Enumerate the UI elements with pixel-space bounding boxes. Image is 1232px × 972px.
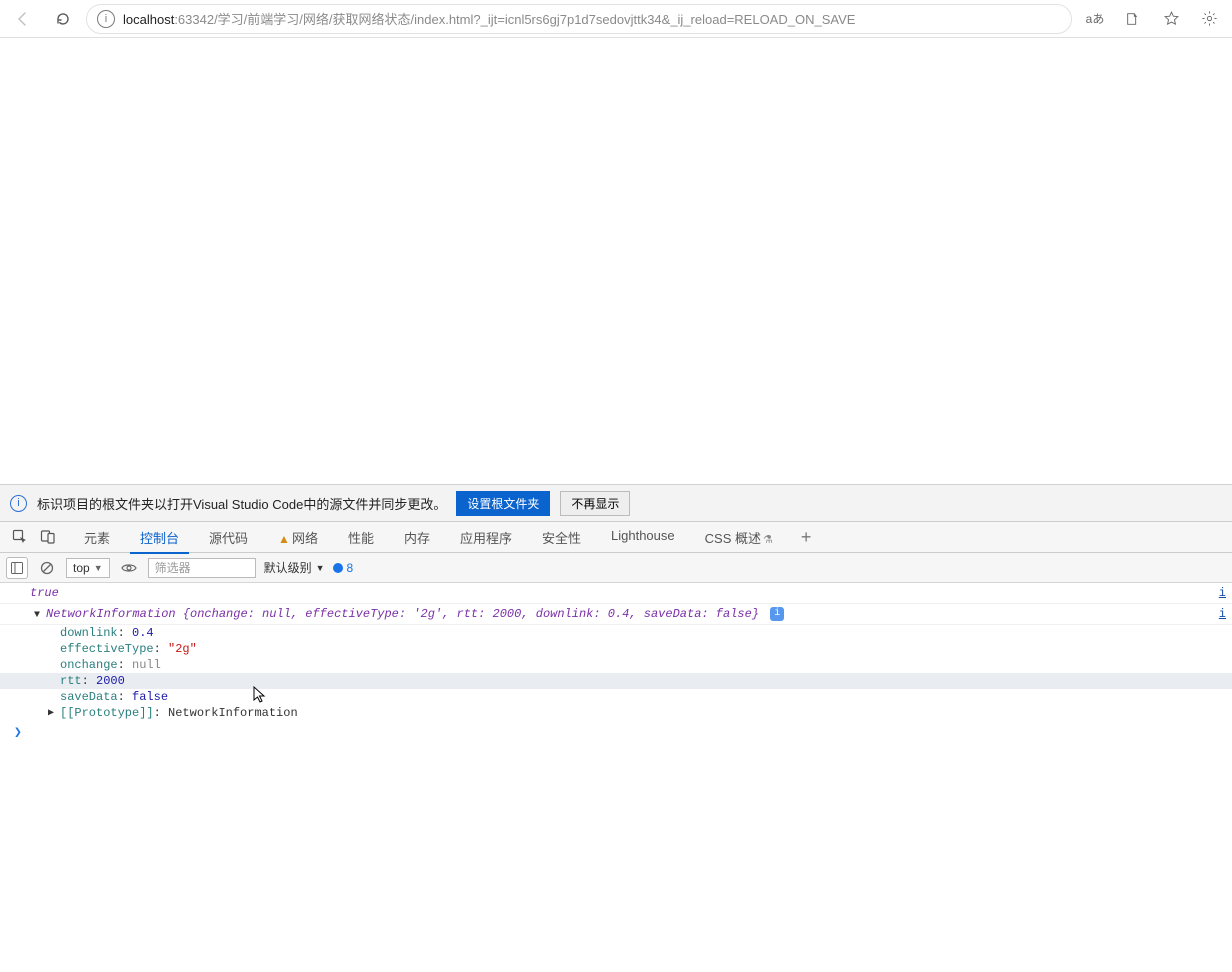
- read-aloud-button[interactable]: [1116, 4, 1150, 34]
- tab-application[interactable]: 应用程序: [446, 522, 526, 553]
- issue-dot-icon: [333, 563, 343, 573]
- collapse-triangle-icon[interactable]: ▼: [34, 608, 40, 624]
- reload-button[interactable]: [46, 4, 80, 34]
- source-link[interactable]: i: [1219, 606, 1226, 622]
- arrow-left-icon: [15, 11, 31, 27]
- favorite-button[interactable]: [1154, 4, 1188, 34]
- devtools-tabbar: 元素 控制台 源代码 ▲网络 性能 内存 应用程序 安全性 Lighthouse…: [0, 521, 1232, 553]
- notification-text: 标识项目的根文件夹以打开Visual Studio Code中的源文件并同步更改…: [37, 494, 446, 513]
- gear-icon: [1201, 10, 1218, 27]
- object-property-row[interactable]: effectiveType: "2g": [0, 641, 1232, 657]
- tab-sources[interactable]: 源代码: [195, 522, 262, 553]
- device-icon: [40, 529, 56, 545]
- warning-icon: ▲: [278, 532, 290, 546]
- console-log-row[interactable]: ▼ NetworkInformation {onchange: null, ef…: [0, 604, 1232, 625]
- object-property-row[interactable]: saveData: false: [0, 689, 1232, 705]
- dismiss-button[interactable]: 不再显示: [560, 491, 630, 516]
- info-icon[interactable]: i: [770, 607, 784, 621]
- translate-button[interactable]: aあ: [1078, 4, 1112, 34]
- devtools-tabs-list: 元素 控制台 源代码 ▲网络 性能 内存 应用程序 安全性 Lighthouse…: [70, 522, 787, 553]
- device-toolbar-button[interactable]: [36, 525, 60, 549]
- back-button[interactable]: [6, 4, 40, 34]
- beaker-icon: ⚗: [763, 534, 773, 546]
- chevron-down-icon: ▼: [94, 563, 103, 573]
- chevron-down-icon: ▼: [316, 563, 325, 573]
- read-aloud-icon: [1125, 11, 1141, 27]
- page-viewport: [0, 38, 1232, 484]
- tab-security[interactable]: 安全性: [528, 522, 595, 553]
- browser-toolbar: i localhost:63342/学习/前端学习/网络/获取网络状态/inde…: [0, 0, 1232, 38]
- tab-css-overview[interactable]: CSS 概述⚗: [691, 522, 787, 553]
- object-class-name: NetworkInformation: [46, 607, 176, 621]
- log-level-selector[interactable]: 默认级别 ▼: [264, 559, 325, 576]
- log-value: true: [30, 586, 59, 600]
- console-output: true i ▼ NetworkInformation {onchange: n…: [0, 583, 1232, 765]
- console-log-row[interactable]: true i: [0, 583, 1232, 604]
- filter-input[interactable]: 筛选器: [148, 558, 256, 578]
- toolbar-right: aあ: [1078, 4, 1226, 34]
- site-info-icon[interactable]: i: [97, 10, 115, 28]
- reload-icon: [55, 11, 71, 27]
- settings-button[interactable]: [1192, 4, 1226, 34]
- tab-performance[interactable]: 性能: [334, 522, 388, 553]
- url-host: localhost:63342/学习/前端学习/网络/获取网络状态/index.…: [123, 9, 855, 28]
- context-selector[interactable]: top ▼: [66, 558, 110, 578]
- address-bar[interactable]: i localhost:63342/学习/前端学习/网络/获取网络状态/inde…: [86, 4, 1072, 34]
- inspect-element-button[interactable]: [8, 525, 32, 549]
- clear-icon: [40, 561, 54, 575]
- clear-console-button[interactable]: [36, 557, 58, 579]
- vscode-notification-bar: i 标识项目的根文件夹以打开Visual Studio Code中的源文件并同步…: [0, 484, 1232, 521]
- tab-elements[interactable]: 元素: [70, 522, 124, 553]
- object-prototype-row[interactable]: ▶ [[Prototype]]: NetworkInformation: [0, 705, 1232, 721]
- star-icon: [1163, 10, 1180, 27]
- tab-lighthouse[interactable]: Lighthouse: [597, 522, 689, 553]
- inspect-icon: [12, 529, 28, 545]
- object-property-row[interactable]: rtt: 2000: [0, 673, 1232, 689]
- object-property-row[interactable]: downlink: 0.4: [0, 625, 1232, 641]
- eye-icon: [121, 562, 137, 574]
- object-property-row[interactable]: onchange: null: [0, 657, 1232, 673]
- info-icon: i: [10, 495, 27, 512]
- issues-badge[interactable]: 8: [333, 561, 354, 575]
- tab-network[interactable]: ▲网络: [264, 522, 332, 553]
- sidebar-icon: [11, 562, 23, 574]
- tab-memory[interactable]: 内存: [390, 522, 444, 553]
- console-prompt[interactable]: ❯: [0, 721, 1232, 745]
- toggle-sidebar-button[interactable]: [6, 557, 28, 579]
- live-expression-button[interactable]: [118, 557, 140, 579]
- source-link[interactable]: i: [1219, 585, 1226, 601]
- console-toolbar: top ▼ 筛选器 默认级别 ▼ 8: [0, 553, 1232, 583]
- expand-triangle-icon[interactable]: ▶: [48, 706, 54, 722]
- more-tabs-button[interactable]: +: [791, 527, 822, 548]
- tab-console[interactable]: 控制台: [126, 522, 193, 553]
- set-root-folder-button[interactable]: 设置根文件夹: [456, 491, 550, 516]
